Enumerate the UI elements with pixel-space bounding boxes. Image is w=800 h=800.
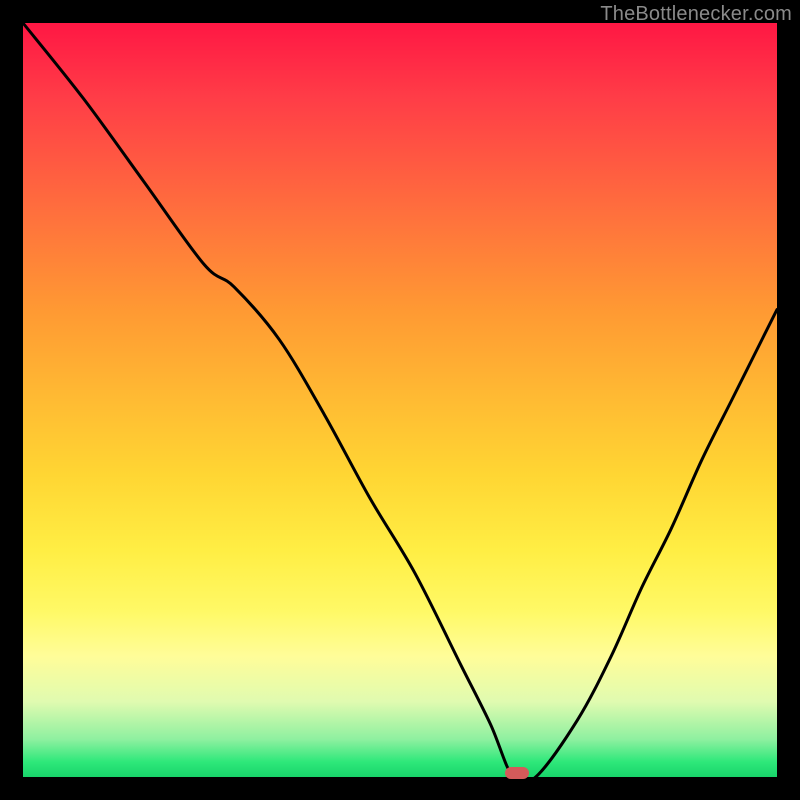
- optimum-marker: [505, 767, 529, 779]
- bottleneck-curve: [23, 23, 777, 777]
- chart-frame: TheBottlenecker.com: [0, 0, 800, 800]
- watermark-text: TheBottlenecker.com: [600, 3, 792, 26]
